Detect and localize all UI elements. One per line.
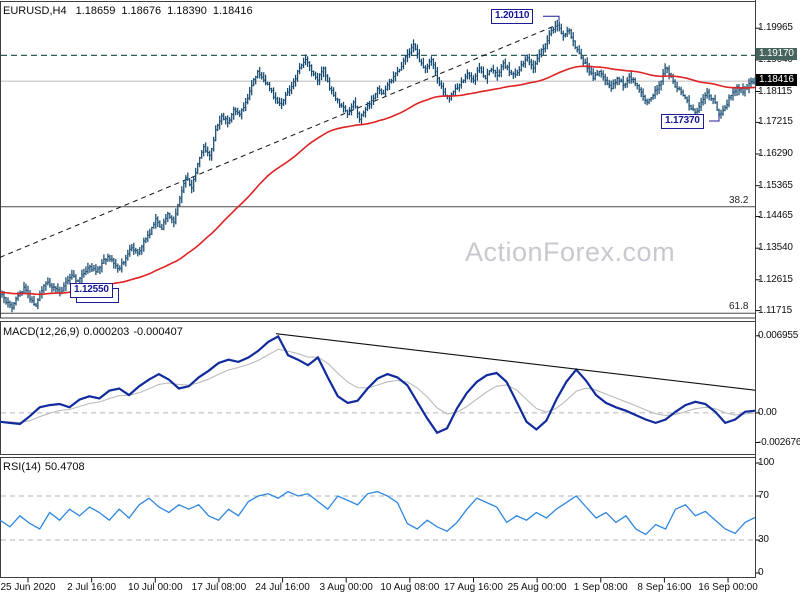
main-chart-header: EURUSD,H4 1.18659 1.18676 1.18390 1.18416	[3, 5, 259, 17]
price-axis-highlighted-label[interactable]: 1.18416	[756, 74, 797, 87]
macd-main-value: 0.000203	[83, 326, 130, 338]
annotation-connector	[543, 15, 560, 22]
quote-open: 1.18659	[75, 5, 116, 17]
quote-close: 1.18416	[212, 5, 253, 17]
macd-axis-label: 0.00	[758, 406, 777, 418]
price-axis-label: 1.15365	[758, 179, 793, 191]
price-axis-label: 1.12615	[758, 273, 793, 285]
price-axis-label: 1.11715	[758, 304, 793, 316]
price-axis-label: 1.17215	[758, 116, 793, 128]
price-annotation-support[interactable]: 1.12550	[70, 283, 113, 299]
macd-axis-label: 0.006955	[758, 329, 799, 341]
rsi-axis-label: 100	[758, 457, 775, 468]
price-annotation-low[interactable]: 1.17370	[661, 114, 704, 130]
fibonacci-level-label: 61.8	[729, 301, 749, 313]
trendline-dashed[interactable]	[0, 24, 557, 258]
fibonacci-level-label: 38.2	[729, 194, 749, 206]
macd-axis-label: -0.002676	[758, 436, 800, 448]
chart-window: EURUSD,H4 1.18659 1.18676 1.18390 1.18416 Ac…	[0, 0, 800, 600]
annotation-connector	[709, 114, 720, 122]
watermark: ActionForex.com	[465, 237, 676, 267]
chart-canvas[interactable]	[0, 0, 800, 600]
rsi-panel[interactable]	[0, 457, 756, 578]
quote-low: 1.18390	[167, 5, 207, 17]
main-chart-panel[interactable]	[0, 1, 756, 319]
macd-panel[interactable]	[0, 321, 756, 455]
price-axis-label: 1.19965	[758, 22, 793, 34]
rsi-axis-label: 70	[758, 490, 769, 501]
price-axis-label: 1.16290	[758, 148, 793, 160]
price-axis-highlighted-label[interactable]: 1.19170	[756, 48, 797, 61]
rsi-indicator-label: RSI(14)	[3, 461, 41, 473]
symbol-timeframe-label: EURUSD,H4	[3, 5, 67, 17]
price-axis-label: 1.13540	[758, 242, 793, 254]
time-axis-label: 16 Sep 00:00	[698, 582, 758, 593]
candlestick-bars[interactable]	[0, 19, 756, 313]
rsi-header: RSI(14) 50.4708	[3, 461, 91, 473]
rsi-axis-label: 30	[758, 534, 769, 545]
price-axis-label: 1.14465	[758, 210, 793, 222]
macd-signal-value: -0.000407	[133, 326, 183, 338]
macd-signal-line	[0, 348, 756, 424]
quote-high: 1.18676	[121, 5, 162, 17]
rsi-value: 50.4708	[44, 461, 85, 473]
macd-header: MACD(12,26,9) 0.000203 -0.000407	[3, 326, 189, 338]
price-axis-label: 1.18115	[758, 85, 793, 97]
price-annotation-high[interactable]: 1.20110	[491, 9, 534, 25]
rsi-axis-label: 0	[758, 567, 764, 578]
rsi-line[interactable]	[0, 490, 756, 536]
macd-indicator-label: MACD(12,26,9)	[3, 326, 80, 338]
